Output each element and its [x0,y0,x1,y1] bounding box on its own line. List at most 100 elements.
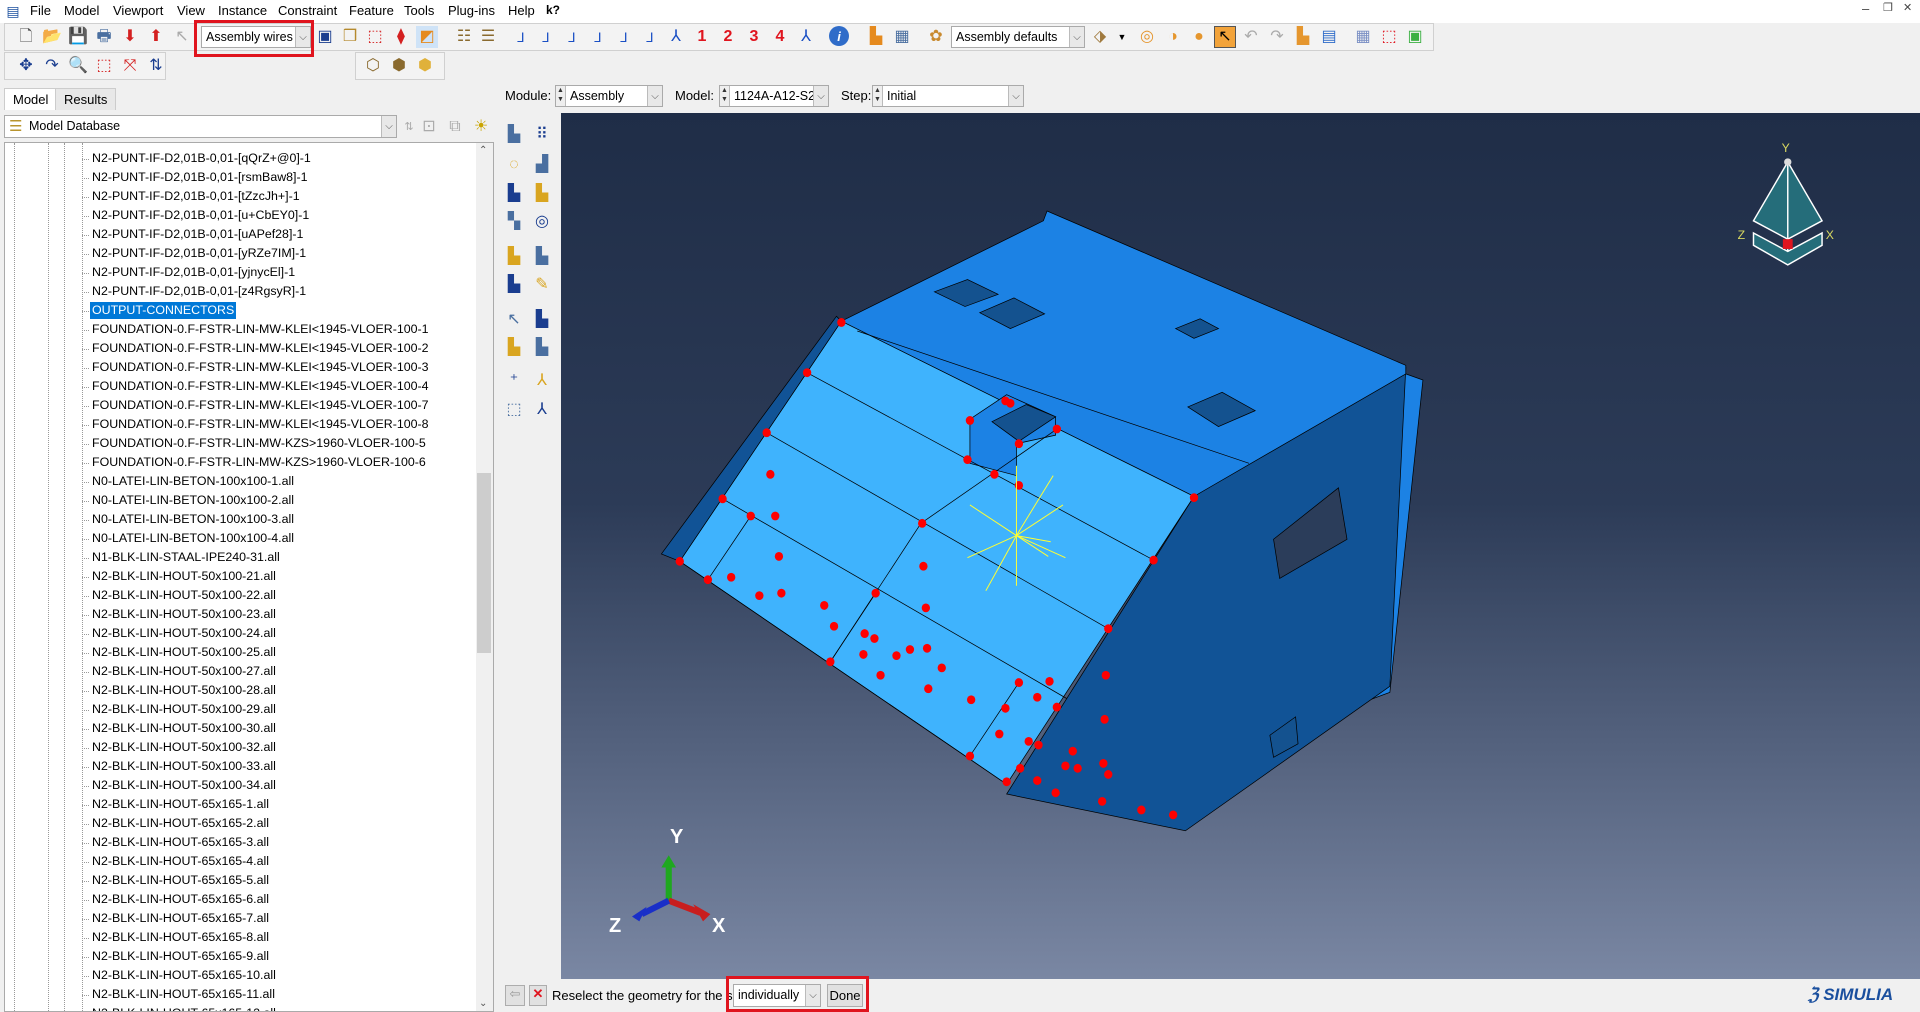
tree-item[interactable]: N2-BLK-LIN-HOUT-50x100-32.all [90,739,278,756]
menu-tools[interactable]: Tools [404,3,434,18]
menu-file[interactable]: File [30,3,51,18]
tree-item[interactable]: N2-PUNT-IF-D2,01B-0,01-[u+CbEY0]-1 [90,207,311,224]
parallel-face-icon[interactable]: ▙ [503,246,525,268]
union-icon[interactable]: ◎ [1136,26,1158,48]
csys-yx-icon[interactable]: ⅃ [535,26,557,48]
auto-fit-icon[interactable]: ⤧ [119,55,141,77]
tree-item[interactable]: FOUNDATION-0.F-FSTR-LIN-MW-KLEI<1945-VLO… [90,340,431,357]
parallel-csys-icon[interactable]: ▙ [531,337,553,359]
tree-item[interactable]: N2-PUNT-IF-D2,01B-0,01-[tZzcJh+]-1 [90,188,302,205]
query-icon[interactable]: ▙ [865,26,887,48]
tree-item[interactable]: N2-BLK-LIN-HOUT-50x100-33.all [90,758,278,775]
menu-plugins[interactable]: Plug-ins [448,3,495,18]
open-file-icon[interactable]: 📂 [41,26,63,48]
display-all-icon[interactable]: ● [1188,26,1210,48]
chevron-down-icon[interactable]: ⌵ [647,86,662,106]
minimize-button[interactable]: – [1862,1,1869,16]
new-file-icon[interactable]: 🗋 [15,26,37,48]
tree-item[interactable]: N0-LATEI-LIN-BETON-100x100-2.all [90,492,296,509]
tree-item[interactable]: N2-BLK-LIN-HOUT-65x165-12.all [90,1005,278,1011]
linear-pattern-icon[interactable]: ⠿ [531,124,553,146]
csys-yz-icon[interactable]: ⅃ [613,26,635,48]
tab-model[interactable]: Model [4,88,58,110]
cycle-views-icon[interactable]: ⇅ [145,55,167,77]
tree-item[interactable]: N2-BLK-LIN-HOUT-65x165-6.all [90,891,271,908]
tree-item[interactable]: N2-BLK-LIN-HOUT-65x165-9.all [90,948,271,965]
datum-plane-icon[interactable]: ⬚ [503,399,525,421]
tree-item[interactable]: FOUNDATION-0.F-FSTR-LIN-MW-KLEI<1945-VLO… [90,397,431,414]
boolean-icon[interactable]: ◎ [531,211,553,233]
print-icon[interactable]: 🖶 [93,26,115,48]
coaxial-icon[interactable]: ↖ [503,309,525,331]
tree-item[interactable]: N2-PUNT-IF-D2,01B-0,01-[rsmBaw8]-1 [90,169,310,186]
view-4-button[interactable]: 4 [769,26,791,48]
tree-item[interactable]: FOUNDATION-0.F-FSTR-LIN-MW-KZS>1960-VLOE… [90,435,428,452]
tree-item[interactable]: FOUNDATION-0.F-FSTR-LIN-MW-KLEI<1945-VLO… [90,416,431,433]
ladder-tilted-icon[interactable]: ☰ [477,26,499,48]
display-options-icon[interactable]: ▤ [1318,26,1340,48]
tree-item[interactable]: N2-BLK-LIN-HOUT-50x100-23.all [90,606,278,623]
spinner-icon[interactable]: ▲ ▼ [873,86,883,106]
restore-button[interactable]: ❐ [1883,1,1893,14]
tree-item[interactable]: FOUNDATION-0.F-FSTR-LIN-MW-KLEI<1945-VLO… [90,378,431,395]
menu-view[interactable]: View [177,3,205,18]
tree-item[interactable]: N1-BLK-LIN-STAAL-IPE240-31.all [90,549,282,566]
dropdown-arrow-icon[interactable]: ▼ [1111,26,1133,48]
tree-item[interactable]: N2-BLK-LIN-HOUT-65x165-2.all [90,815,271,832]
csys-xz-icon[interactable]: ⅃ [587,26,609,48]
tree-item[interactable]: FOUNDATION-0.F-FSTR-LIN-MW-KZS>1960-VLOE… [90,454,428,471]
menu-help[interactable]: Help [508,3,535,18]
rotate-instance-icon[interactable]: ⧫ [390,26,412,48]
selected-cube-icon[interactable]: ⬚ [1378,26,1400,48]
tree-item[interactable]: N2-BLK-LIN-HOUT-50x100-21.all [90,568,278,585]
display-group-manager-icon[interactable]: ▙ [1292,26,1314,48]
rotate-instance-icon[interactable]: ▙ [503,183,525,205]
rotate-icon[interactable]: ↷ [41,55,63,77]
csys-zx-icon[interactable]: ⅃ [561,26,583,48]
model-database-combo[interactable]: ☰ Model Database ⌵ [4,115,397,138]
context-help-icon[interactable]: k? [546,3,560,17]
step-combo[interactable]: ▲ ▼ Initial ⌵ [872,85,1024,107]
csys-zy-icon[interactable]: ⅃ [639,26,661,48]
view-1-button[interactable]: 1 [691,26,713,48]
merge-instance-icon[interactable]: ◩ [416,26,438,48]
spinner-icon[interactable]: ▲ ▼ [556,86,566,106]
tree-item[interactable]: N0-LATEI-LIN-BETON-100x100-1.all [90,473,296,490]
viewport[interactable]: Y X Z Y X Z [561,113,1920,979]
tree-item[interactable]: N2-BLK-LIN-HOUT-50x100-28.all [90,682,278,699]
translate-to-icon[interactable]: ▙ [531,183,553,205]
datum-axis-icon[interactable]: ⅄ [531,370,553,392]
scroll-up-icon[interactable]: ⌃ [479,145,487,156]
display-group-combo[interactable]: Assembly defaults ⌵ [951,26,1085,48]
menu-instance[interactable]: Instance [218,3,267,18]
tree-item[interactable]: N0-LATEI-LIN-BETON-100x100-4.all [90,530,296,547]
view-2-button[interactable]: 2 [717,26,739,48]
tab-results[interactable]: Results [55,88,117,110]
model-view[interactable]: Y X Z [561,113,1920,979]
tree-item[interactable]: FOUNDATION-0.F-FSTR-LIN-MW-KLEI<1945-VLO… [90,359,431,376]
spinner-icon[interactable]: ▲ ▼ [720,86,730,106]
app-icon[interactable]: ▤ [2,0,24,22]
cancel-x-button[interactable]: ✕ [529,985,547,1006]
info-icon[interactable]: i [829,26,849,46]
redo-icon[interactable]: ↷ [1266,26,1288,48]
translate-instance-icon[interactable]: ⬚ [364,26,386,48]
datum-point-icon[interactable]: ⁺ [503,370,525,392]
view-triad-icon[interactable]: ⅄ [795,26,817,48]
menu-model[interactable]: Model [64,3,99,18]
expand-tree-icon[interactable]: ⧉ [444,116,466,138]
tree-item[interactable]: N2-BLK-LIN-HOUT-65x165-1.all [90,796,271,813]
tree-item[interactable]: N2-PUNT-IF-D2,01B-0,01-[yjnycEl]-1 [90,264,297,281]
chevron-down-icon[interactable]: ⌵ [1069,27,1084,47]
tree-scrollbar[interactable]: ⌃ ⌄ [476,143,493,1011]
radial-pattern-icon[interactable]: ◌ [503,154,525,176]
coincident-point-icon[interactable]: ▙ [503,337,525,359]
pan-icon[interactable]: ✥ [15,55,37,77]
model-combo[interactable]: ▲ ▼ 1124A-A12-S2 ⌵ [719,85,829,107]
save-icon[interactable]: 💾 [67,26,89,48]
tree-item[interactable]: N2-PUNT-IF-D2,01B-0,01-[yRZe7IM]-1 [90,245,308,262]
table-icon[interactable]: ▦ [891,26,913,48]
close-button[interactable]: ✕ [1903,1,1912,14]
edge-to-edge-icon[interactable]: ✎ [531,274,553,296]
parent-folder-icon[interactable]: ⊡ [418,116,440,138]
